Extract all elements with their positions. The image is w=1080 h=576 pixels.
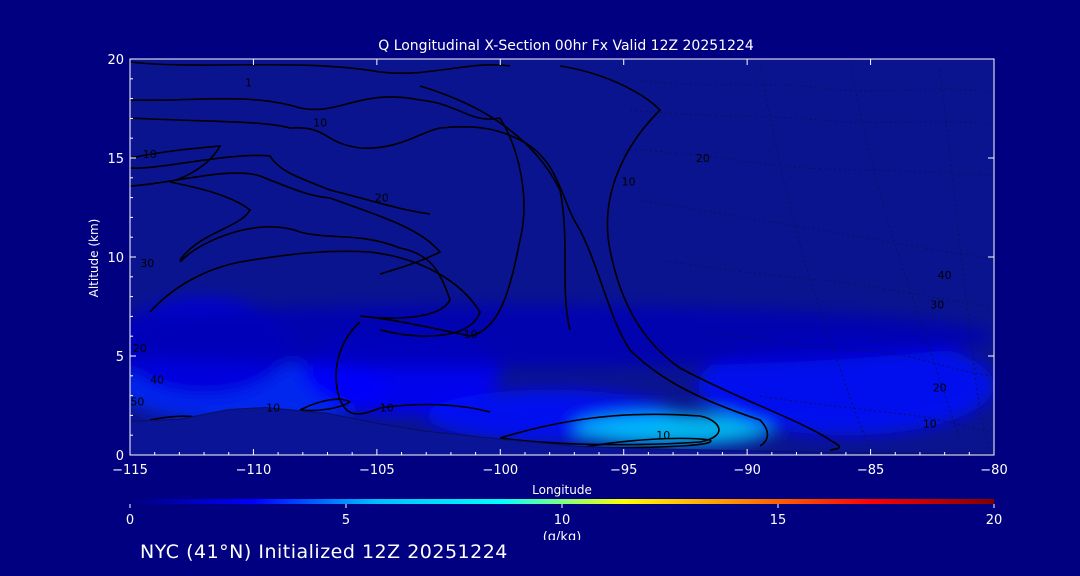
contour-label: 10	[923, 417, 937, 430]
colorbar-strip	[130, 499, 994, 504]
x-tick-label: −80	[980, 463, 1007, 478]
contour-label: 10	[464, 328, 478, 341]
colorbar-label: (g/kg)	[543, 530, 582, 540]
colorbar-ticks: 0 5 10 15 20	[126, 504, 1002, 528]
x-tick-label: −90	[733, 463, 760, 478]
x-axis-label: Longitude	[532, 483, 592, 497]
cross-section-chart: Q Longitudinal X-Section 00hr Fx Valid 1…	[87, 38, 1008, 545]
colorbar: 0 5 10 15 20 (g/kg)	[126, 499, 1002, 545]
colorbar-tick-label: 5	[342, 513, 350, 528]
colorbar-tick-label: 15	[770, 513, 787, 528]
y-tick-label: 5	[116, 350, 124, 365]
colorbar-tick-label: 10	[554, 513, 571, 528]
contour-label: 50	[130, 396, 144, 409]
footer-caption: NYC (41°N) Initialized 12Z 20251224	[140, 541, 508, 563]
y-tick-label: 0	[116, 449, 124, 464]
contour-label: 20	[375, 192, 389, 205]
x-tick-label: −95	[610, 463, 637, 478]
chart-stage: Q Longitudinal X-Section 00hr Fx Valid 1…	[0, 0, 1080, 576]
moisture-region	[130, 304, 994, 368]
colorbar-tick-label: 20	[986, 513, 1003, 528]
contour-label: 1	[245, 77, 252, 90]
x-tick-label: −100	[482, 463, 518, 478]
y-tick-label: 20	[107, 53, 124, 68]
plot-area: 1 10 10 20 30 10 20 40 50 10 10 10 10 20 40 30 20 10	[130, 59, 994, 455]
contour-label: 40	[150, 374, 164, 387]
x-tick-label: −110	[236, 463, 272, 478]
y-tick-label: 10	[107, 251, 124, 266]
contour-label: 10	[143, 148, 157, 161]
colorbar-tick-label: 0	[126, 513, 134, 528]
contour-label: 40	[938, 269, 952, 282]
contour-label: 30	[140, 257, 154, 270]
contour-label: 10	[266, 401, 280, 414]
contour-label: 20	[696, 152, 710, 165]
contour-label: 10	[380, 401, 394, 414]
y-tick-label: 15	[107, 152, 124, 167]
y-axis-label: Altitude (km)	[87, 219, 101, 298]
contour-label: 20	[933, 382, 947, 395]
contour-label: 10	[622, 176, 636, 189]
x-tick-label: −115	[112, 463, 148, 478]
contour-label: 20	[133, 342, 147, 355]
x-tick-label: −85	[857, 463, 884, 478]
contour-label: 10	[313, 116, 327, 129]
contour-label: 30	[930, 298, 944, 311]
chart-title: Q Longitudinal X-Section 00hr Fx Valid 1…	[378, 38, 754, 54]
contour-label: 10	[656, 429, 670, 442]
x-tick-label: −105	[359, 463, 395, 478]
